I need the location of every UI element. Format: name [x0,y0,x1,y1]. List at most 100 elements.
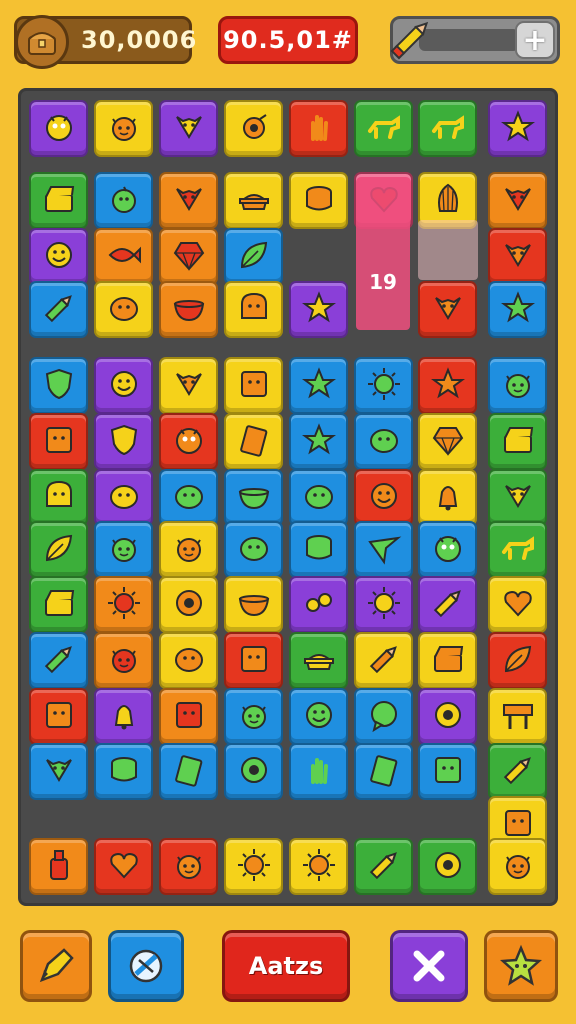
game-tile[interactable] [354,632,413,689]
game-tile[interactable] [354,469,413,526]
game-tile[interactable] [488,838,547,895]
game-tile[interactable] [94,632,153,689]
game-tile[interactable] [29,743,88,800]
game-tile[interactable] [354,838,413,895]
game-tile[interactable] [488,172,547,229]
game-tile[interactable] [159,281,218,338]
game-tile[interactable] [488,521,547,578]
game-tile[interactable] [159,632,218,689]
game-tile[interactable] [289,688,348,745]
game-tile[interactable] [289,838,348,895]
main-action-button[interactable]: Aatzs [222,930,350,1002]
game-tile[interactable] [224,743,283,800]
game-tile[interactable] [94,743,153,800]
game-tile[interactable] [94,228,153,285]
game-tile[interactable] [159,838,218,895]
game-tile[interactable] [289,743,348,800]
game-tile[interactable] [418,413,477,470]
game-tile[interactable] [29,838,88,895]
game-tile[interactable] [488,576,547,633]
game-tile[interactable] [159,743,218,800]
game-tile[interactable] [29,576,88,633]
game-tile[interactable] [418,743,477,800]
game-tile[interactable] [159,413,218,470]
cancel-button[interactable] [390,930,468,1002]
game-tile[interactable] [354,100,413,157]
game-tile[interactable] [224,281,283,338]
game-tile[interactable] [354,172,413,229]
game-tile[interactable] [159,172,218,229]
game-tile[interactable] [224,413,283,470]
game-tile[interactable] [159,357,218,414]
game-tile[interactable] [29,413,88,470]
game-tile[interactable] [29,228,88,285]
game-tile[interactable] [289,632,348,689]
game-tile[interactable] [488,100,547,157]
game-tile[interactable] [29,632,88,689]
game-tile[interactable] [94,521,153,578]
game-tile[interactable] [418,688,477,745]
draw-button[interactable] [20,930,92,1002]
game-tile[interactable] [224,838,283,895]
game-tile[interactable] [29,172,88,229]
game-tile[interactable] [354,688,413,745]
game-tile[interactable] [94,100,153,157]
game-tile[interactable] [94,838,153,895]
game-tile[interactable] [418,632,477,689]
game-tile[interactable] [289,469,348,526]
game-tile[interactable] [418,469,477,526]
game-tile[interactable] [94,413,153,470]
swap-button[interactable] [108,930,184,1002]
game-tile[interactable] [418,100,477,157]
game-tile[interactable] [29,521,88,578]
game-tile[interactable] [224,576,283,633]
game-tile[interactable] [289,521,348,578]
game-tile[interactable] [224,100,283,157]
game-tile[interactable] [224,469,283,526]
game-tile[interactable] [488,228,547,285]
game-tile[interactable] [354,521,413,578]
game-tile[interactable] [289,172,348,229]
game-tile[interactable] [418,838,477,895]
game-tile[interactable] [289,357,348,414]
game-tile[interactable] [418,281,477,338]
game-tile[interactable] [224,172,283,229]
game-tile[interactable] [488,469,547,526]
game-tile[interactable] [159,469,218,526]
game-tile[interactable] [224,228,283,285]
game-tile[interactable] [289,281,348,338]
game-tile[interactable] [94,576,153,633]
game-tile[interactable] [29,469,88,526]
bonus-button[interactable] [484,930,558,1002]
game-tile[interactable] [29,100,88,157]
game-tile[interactable] [224,688,283,745]
game-tile[interactable] [94,357,153,414]
game-tile[interactable] [159,228,218,285]
game-tile[interactable] [289,576,348,633]
game-tile[interactable] [488,357,547,414]
game-tile[interactable] [224,521,283,578]
game-tile[interactable] [289,413,348,470]
game-tile[interactable] [488,632,547,689]
game-tile[interactable] [488,688,547,745]
game-tile[interactable] [159,100,218,157]
game-tile[interactable] [29,281,88,338]
game-tile[interactable] [159,576,218,633]
game-tile[interactable] [488,743,547,800]
game-tile[interactable] [224,357,283,414]
game-tile[interactable] [94,172,153,229]
game-tile[interactable] [488,281,547,338]
game-tile[interactable] [289,100,348,157]
game-tile[interactable] [224,632,283,689]
game-tile[interactable] [488,413,547,470]
game-tile[interactable] [418,172,477,229]
game-tile[interactable] [94,688,153,745]
game-tile[interactable] [159,521,218,578]
game-tile[interactable] [418,521,477,578]
game-tile[interactable] [94,469,153,526]
add-energy-button[interactable]: + [515,21,555,59]
game-tile[interactable] [354,413,413,470]
game-tile[interactable] [354,357,413,414]
game-tile[interactable] [418,576,477,633]
game-tile[interactable] [29,688,88,745]
